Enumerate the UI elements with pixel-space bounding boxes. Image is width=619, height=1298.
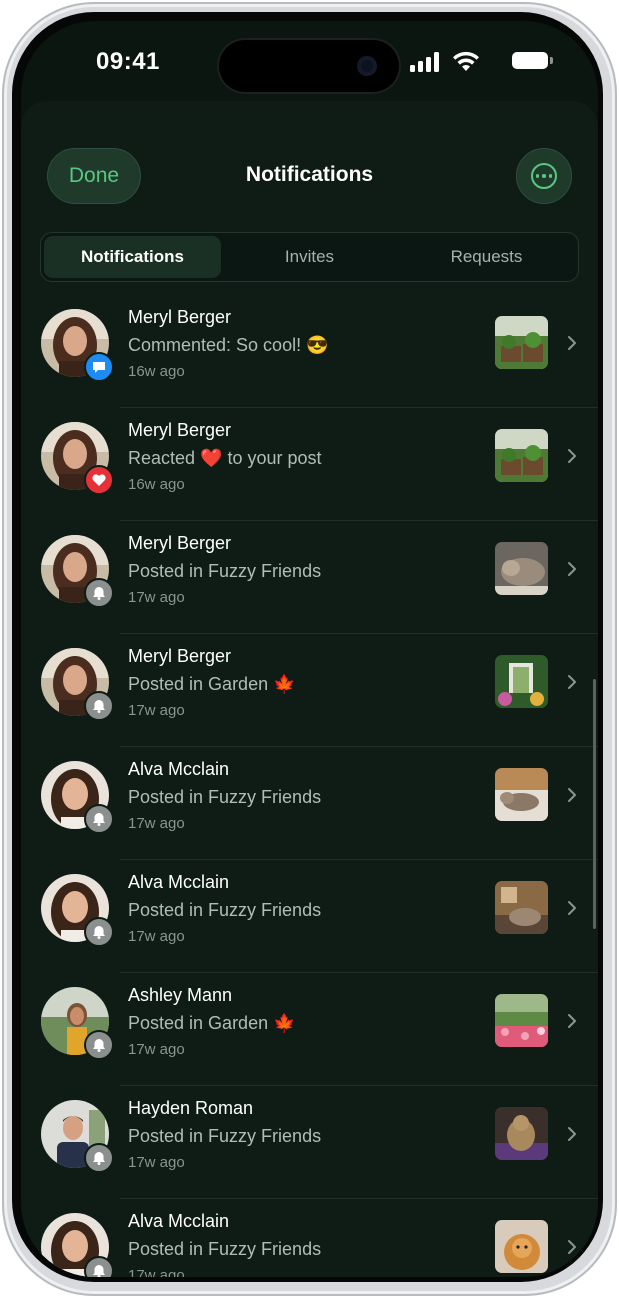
notification-name: Meryl Berger: [128, 420, 232, 440]
battery-icon: [512, 52, 553, 69]
notification-list: Meryl Berger Commented: So cool! 😎 16w ago…: [21, 295, 598, 1277]
chevron-right-icon: [568, 788, 576, 802]
post-thumbnail[interactable]: [495, 1220, 548, 1273]
notification-description: Posted in Fuzzy Friends: [128, 561, 322, 581]
notification-row[interactable]: Alva Mcclain Posted in Fuzzy Friends 17w a…: [21, 1199, 598, 1277]
notification-description: Posted in Fuzzy Friends: [128, 900, 322, 920]
bell-icon: [84, 917, 114, 947]
post-thumbnail[interactable]: [495, 768, 548, 821]
post-thumbnail[interactable]: [495, 542, 548, 595]
bell-icon: [84, 578, 114, 608]
notification-row[interactable]: Ashley Mann Posted in Garden 🍁 17w ago: [21, 973, 598, 1086]
notification-name: Alva Mcclain: [128, 872, 230, 892]
more-options-button[interactable]: [516, 148, 572, 204]
chevron-right-icon: [568, 336, 576, 350]
chevron-right-icon: [568, 1240, 576, 1254]
bell-icon: [84, 1143, 114, 1173]
notification-time: 17w ago: [128, 815, 185, 832]
dynamic-island: [219, 40, 399, 92]
notifications-sheet: Done Notifications Notifications Invites…: [21, 101, 598, 1277]
bell-icon: [84, 1256, 114, 1277]
notification-row[interactable]: Meryl Berger Commented: So cool! 😎 16w ago: [21, 295, 598, 408]
post-thumbnail[interactable]: [495, 316, 548, 369]
notification-time: 16w ago: [128, 476, 185, 493]
status-bar: 09:41: [21, 21, 598, 101]
notification-name: Alva Mcclain: [128, 1211, 230, 1231]
notification-description: Posted in Fuzzy Friends: [128, 787, 322, 807]
notification-row[interactable]: Alva Mcclain Posted in Fuzzy Friends 17w a…: [21, 860, 598, 973]
notification-name: Meryl Berger: [128, 533, 232, 553]
chevron-right-icon: [568, 901, 576, 915]
notification-row[interactable]: Meryl Berger Posted in Garden 🍁 17w ago: [21, 634, 598, 747]
post-thumbnail[interactable]: [495, 881, 548, 934]
chevron-right-icon: [568, 675, 576, 689]
ellipsis-circle-icon: [531, 163, 557, 189]
post-thumbnail[interactable]: [495, 994, 548, 1047]
notification-name: Meryl Berger: [128, 646, 232, 666]
notification-time: 17w ago: [128, 1154, 185, 1171]
post-thumbnail[interactable]: [495, 1107, 548, 1160]
tab-invites[interactable]: Invites: [221, 236, 398, 278]
tab-notifications[interactable]: Notifications: [44, 236, 221, 278]
post-thumbnail[interactable]: [495, 655, 548, 708]
chevron-right-icon: [568, 1014, 576, 1028]
notification-row[interactable]: Meryl Berger Posted in Fuzzy Friends 17w a…: [21, 521, 598, 634]
page-title: Notifications: [245, 163, 374, 186]
notification-description: Reacted ❤️ to your post: [128, 448, 322, 468]
notification-time: 17w ago: [128, 928, 185, 945]
notification-description: Posted in Fuzzy Friends: [128, 1126, 322, 1146]
post-thumbnail[interactable]: [495, 429, 548, 482]
notification-name: Hayden Roman: [128, 1098, 254, 1118]
screen: 09:41 Done Notifications Notifications I…: [21, 21, 598, 1277]
notification-time: 16w ago: [128, 363, 185, 380]
notification-description: Posted in Garden 🍁: [128, 674, 296, 694]
notification-name: Meryl Berger: [128, 307, 232, 327]
cellular-signal-icon: [410, 52, 440, 72]
tab-requests[interactable]: Requests: [398, 236, 575, 278]
status-time: 09:41: [96, 48, 160, 75]
chevron-right-icon: [568, 1127, 576, 1141]
status-icons: [392, 50, 553, 72]
notification-row[interactable]: Alva Mcclain Posted in Fuzzy Friends 17w a…: [21, 747, 598, 860]
chevron-right-icon: [568, 562, 576, 576]
tab-bar: Notifications Invites Requests: [40, 232, 579, 282]
notification-time: 17w ago: [128, 1041, 185, 1058]
notification-row[interactable]: Meryl Berger Reacted ❤️ to your post 16w a…: [21, 408, 598, 521]
notification-row[interactable]: Hayden Roman Posted in Fuzzy Friends 17w a…: [21, 1086, 598, 1199]
notification-time: 17w ago: [128, 589, 185, 606]
camera-icon: [357, 56, 377, 76]
notification-description: Posted in Garden 🍁: [128, 1013, 296, 1033]
bell-icon: [84, 691, 114, 721]
scrollbar[interactable]: [593, 679, 596, 929]
notification-description: Posted in Fuzzy Friends: [128, 1239, 322, 1259]
chevron-right-icon: [568, 449, 576, 463]
notification-time: 17w ago: [128, 702, 185, 719]
bell-icon: [84, 804, 114, 834]
notification-time: 17w ago: [128, 1267, 185, 1277]
comment-icon: [84, 352, 114, 382]
notification-name: Ashley Mann: [128, 985, 233, 1005]
wifi-icon: [453, 51, 479, 71]
heart-icon: [84, 465, 114, 495]
notification-description: Commented: So cool! 😎: [128, 335, 329, 355]
bell-icon: [84, 1030, 114, 1060]
notification-name: Alva Mcclain: [128, 759, 230, 779]
